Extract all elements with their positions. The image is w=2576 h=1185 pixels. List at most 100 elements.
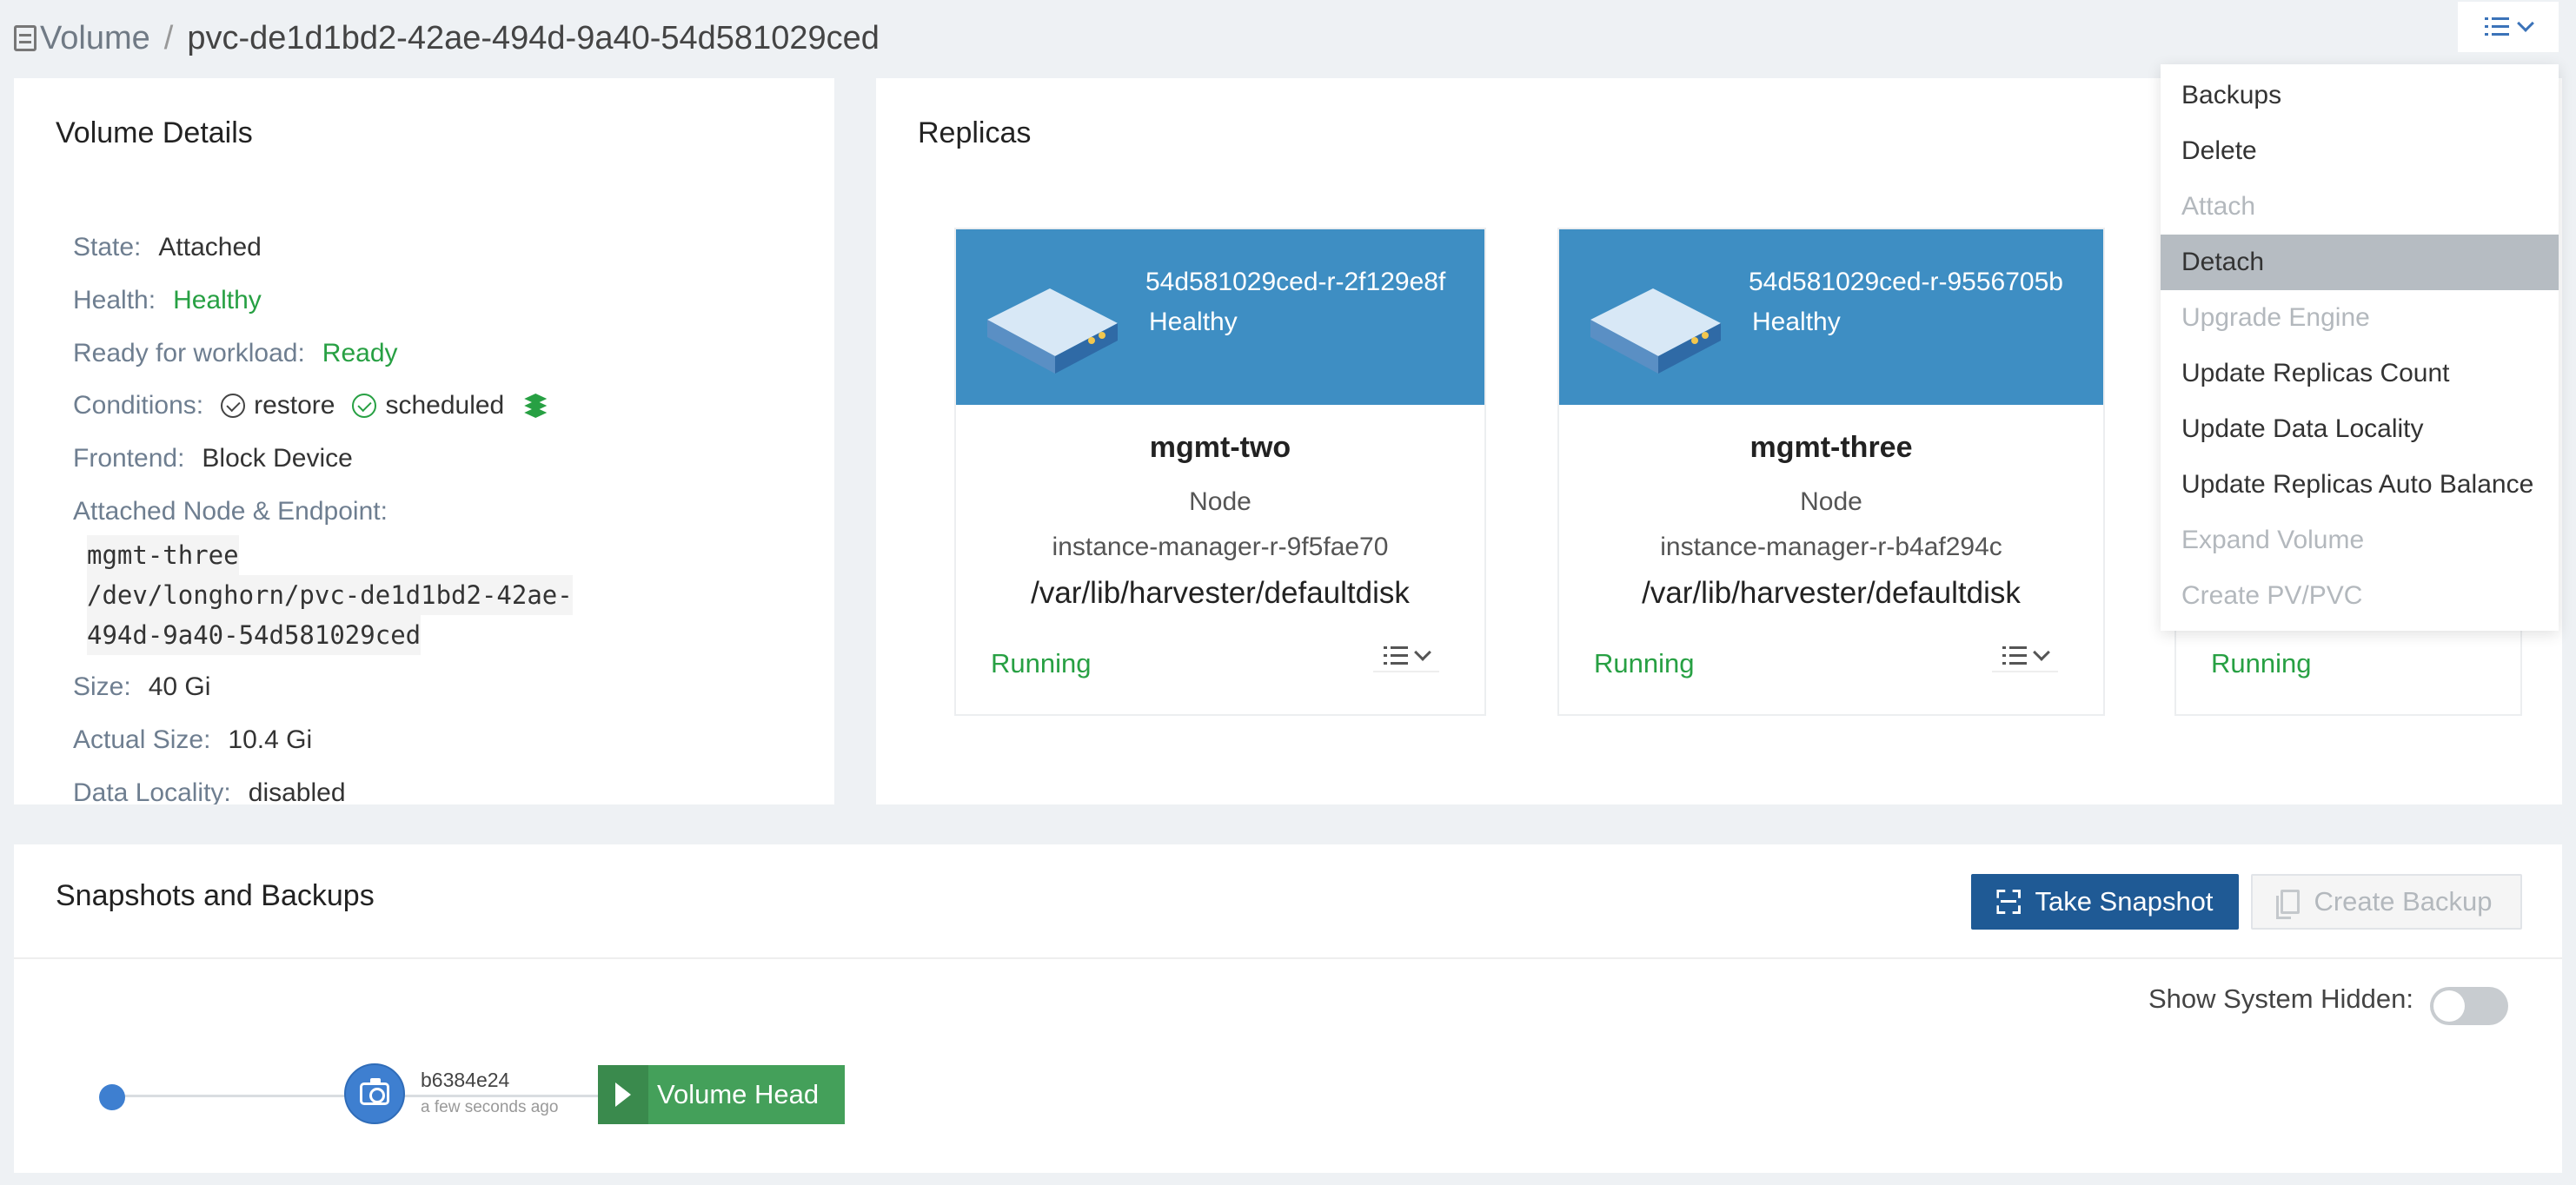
ready-label: Ready for workload: — [73, 339, 305, 367]
replica-card: 54d581029ced-r-2f129e8f Healthy mgmt-two… — [954, 228, 1486, 716]
actual-size-row: Actual Size: 10.4 Gi — [73, 725, 312, 755]
frontend-row: Frontend: Block Device — [73, 444, 353, 473]
condition-restore: restore — [254, 391, 335, 420]
create-backup-label: Create Backup — [2314, 886, 2493, 917]
frontend-value: Block Device — [202, 444, 353, 473]
state-value: Attached — [158, 233, 262, 261]
replica-instance: instance-manager-r-b4af294c — [1660, 533, 2002, 561]
replica-health: Healthy — [1149, 308, 1238, 336]
play-icon — [598, 1065, 648, 1124]
menu-item-update-data-locality[interactable]: Update Data Locality — [2161, 401, 2559, 457]
replica-card: 54d581029ced-r-9556705b Healthy mgmt-thr… — [1557, 228, 2105, 716]
snapshots-panel: Snapshots and Backups Take Snapshot Crea… — [14, 844, 2562, 1173]
data-locality-row: Data Locality: disabled — [73, 778, 346, 804]
replica-node: mgmt-two — [1149, 431, 1291, 464]
menu-item-create-pv-pvc[interactable]: Create PV/PVC — [2161, 568, 2559, 624]
replica-header: 54d581029ced-r-9556705b Healthy — [1559, 229, 2103, 405]
menu-item-delete[interactable]: Delete — [2161, 123, 2559, 179]
timeline-root-dot — [99, 1084, 125, 1110]
take-snapshot-label: Take Snapshot — [2035, 886, 2214, 917]
ready-value: Ready — [322, 339, 398, 367]
snapshot-id: b6384e24 — [421, 1069, 510, 1091]
replica-path: /var/lib/harvester/defaultdisk — [1642, 576, 2021, 610]
replica-name[interactable]: 54d581029ced-r-2f129e8f — [1145, 268, 1445, 297]
replica-status: Running — [2211, 648, 2312, 679]
breadcrumb-root-link[interactable]: Volume — [40, 20, 150, 57]
disk-icon — [1590, 288, 1721, 374]
copy-icon — [2276, 890, 2300, 919]
replica-actions-button[interactable] — [1992, 641, 2058, 672]
menu-item-update-replicas-auto-balance[interactable]: Update Replicas Auto Balance — [2161, 457, 2559, 513]
volume-actions-dropdown: Backups Delete Attach Detach Upgrade Eng… — [2161, 64, 2559, 631]
chevron-down-icon — [1414, 644, 1431, 661]
health-row: Health: Healthy — [73, 286, 262, 315]
snapshots-title: Snapshots and Backups — [56, 879, 375, 912]
replica-header: 54d581029ced-r-2f129e8f Healthy — [956, 229, 1484, 405]
scan-icon — [1996, 890, 2021, 914]
volume-actions-menu-button[interactable] — [2458, 2, 2559, 52]
replicas-title: Replicas — [918, 116, 1032, 149]
replica-node-label: Node — [1800, 487, 1862, 516]
check-circle-icon — [352, 394, 377, 418]
chevron-down-icon — [2517, 15, 2534, 32]
menu-item-attach[interactable]: Attach — [2161, 179, 2559, 235]
camera-icon — [360, 1078, 389, 1105]
replica-node: mgmt-three — [1749, 431, 1913, 464]
menu-item-backups[interactable]: Backups — [2161, 68, 2559, 123]
endpoint-path-2: 494d-9a40-54d581029ced — [87, 615, 422, 655]
endpoint-path-1: /dev/longhorn/pvc-de1d1bd2-42ae- — [87, 575, 573, 615]
create-backup-button[interactable]: Create Backup — [2251, 874, 2522, 930]
menu-item-detach[interactable]: Detach — [2161, 235, 2559, 290]
chevron-down-icon — [2033, 644, 2050, 661]
actual-size-value: 10.4 Gi — [228, 725, 313, 754]
menu-item-upgrade-engine[interactable]: Upgrade Engine — [2161, 290, 2559, 346]
breadcrumb: Volume / pvc-de1d1bd2-42ae-494d-9a40-54d… — [14, 12, 880, 64]
ready-row: Ready for workload: Ready — [73, 339, 398, 368]
list-icon — [2002, 646, 2027, 665]
replica-status: Running — [991, 648, 1092, 679]
menu-item-update-replicas-count[interactable]: Update Replicas Count — [2161, 346, 2559, 401]
snapshots-header: Snapshots and Backups Take Snapshot Crea… — [14, 844, 2562, 959]
health-value: Healthy — [173, 286, 262, 314]
layers-icon[interactable] — [521, 392, 549, 420]
list-icon — [2485, 17, 2509, 36]
breadcrumb-separator: / — [163, 19, 174, 56]
size-row: Size: 40 Gi — [73, 672, 210, 702]
snapshot-time: a few seconds ago — [421, 1098, 559, 1116]
actual-size-label: Actual Size: — [73, 725, 211, 754]
replica-health: Healthy — [1752, 308, 1841, 336]
frontend-label: Frontend: — [73, 444, 185, 473]
replica-status: Running — [1594, 648, 1695, 679]
replica-name[interactable]: 54d581029ced-r-9556705b — [1749, 268, 2063, 297]
data-locality-value: disabled — [248, 778, 346, 804]
size-label: Size: — [73, 672, 131, 701]
condition-scheduled: scheduled — [385, 391, 505, 420]
replica-instance: instance-manager-r-9f5fae70 — [1052, 533, 1389, 561]
state-label: State: — [73, 233, 142, 261]
volume-head-button[interactable]: Volume Head — [598, 1065, 845, 1124]
replica-node-label: Node — [1189, 487, 1251, 516]
volume-details-title: Volume Details — [56, 116, 253, 149]
list-icon — [1384, 646, 1408, 665]
replica-path: /var/lib/harvester/defaultdisk — [1031, 576, 1410, 610]
size-value: 40 Gi — [148, 672, 211, 701]
data-locality-label: Data Locality: — [73, 778, 231, 804]
menu-item-expand-volume[interactable]: Expand Volume — [2161, 513, 2559, 568]
endpoint-node: mgmt-three — [87, 535, 239, 575]
show-system-hidden-label: Show System Hidden: — [2148, 983, 2413, 1014]
conditions-label: Conditions: — [73, 391, 204, 420]
state-row: State: Attached — [73, 233, 262, 262]
volume-details-panel: Volume Details State: Attached Health: H… — [14, 78, 834, 804]
health-label: Health: — [73, 286, 156, 314]
snapshot-node[interactable] — [344, 1063, 405, 1124]
volume-icon — [14, 25, 37, 51]
endpoint-label: Attached Node & Endpoint: — [73, 497, 388, 526]
show-system-hidden-toggle[interactable] — [2430, 987, 2508, 1025]
disk-icon — [987, 288, 1118, 374]
conditions-row: Conditions: restore scheduled — [73, 391, 549, 420]
breadcrumb-current: pvc-de1d1bd2-42ae-494d-9a40-54d581029ced — [187, 19, 880, 56]
take-snapshot-button[interactable]: Take Snapshot — [1971, 874, 2239, 930]
check-circle-icon — [221, 394, 246, 418]
replica-actions-button[interactable] — [1373, 641, 1439, 672]
endpoint-row: Attached Node & Endpoint: — [73, 497, 405, 526]
